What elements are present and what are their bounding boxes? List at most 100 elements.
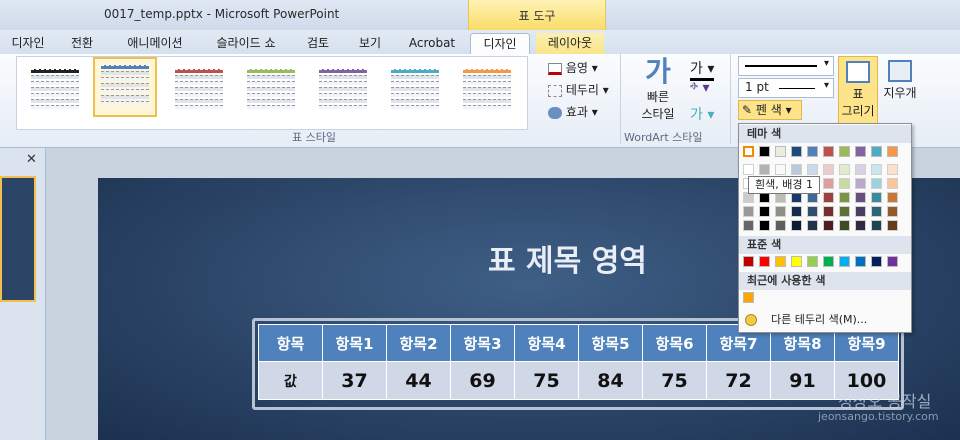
theme-shade-swatch[interactable] [855, 206, 866, 217]
data-table[interactable]: 항목 항목1 항목2 항목3 항목4 항목5 항목6 항목7 항목8 항목9 값… [258, 324, 899, 400]
standard-color-swatch[interactable] [839, 256, 850, 267]
theme-shade-swatch[interactable] [839, 192, 850, 203]
theme-shade-swatch[interactable] [775, 220, 786, 231]
value-cell[interactable]: 37 [322, 361, 387, 400]
theme-shade-swatch[interactable] [871, 164, 882, 175]
theme-shade-swatch[interactable] [839, 220, 850, 231]
header-cell[interactable]: 항목2 [386, 324, 451, 362]
theme-shade-swatch[interactable] [791, 164, 802, 175]
theme-shade-swatch[interactable] [855, 178, 866, 189]
header-cell[interactable]: 항목 [258, 324, 323, 362]
header-cell[interactable]: 항목1 [322, 324, 387, 362]
theme-shade-swatch[interactable] [759, 206, 770, 217]
theme-shade-swatch[interactable] [887, 178, 898, 189]
slide-thumbnail[interactable] [0, 176, 36, 302]
theme-color-swatch[interactable] [759, 146, 770, 157]
draw-table-button[interactable]: 표 그리기 [838, 56, 878, 124]
tab-view[interactable]: 보기 [350, 33, 390, 54]
theme-shade-swatch[interactable] [759, 164, 770, 175]
theme-color-swatch[interactable] [855, 146, 866, 157]
standard-color-swatch[interactable] [871, 256, 882, 267]
value-cell[interactable]: 91 [770, 361, 835, 400]
theme-shade-swatch[interactable] [855, 220, 866, 231]
theme-color-swatch[interactable] [823, 146, 834, 157]
theme-shade-swatch[interactable] [823, 164, 834, 175]
theme-shade-swatch[interactable] [823, 178, 834, 189]
recent-color-swatch[interactable] [743, 292, 754, 303]
table-style-6[interactable] [385, 63, 445, 111]
theme-shade-swatch[interactable] [807, 164, 818, 175]
color-white-selected[interactable] [743, 146, 754, 157]
theme-shade-swatch[interactable] [743, 220, 754, 231]
theme-shade-swatch[interactable] [871, 178, 882, 189]
standard-color-swatch[interactable] [823, 256, 834, 267]
theme-shade-swatch[interactable] [839, 206, 850, 217]
theme-color-swatch[interactable] [839, 146, 850, 157]
theme-shade-swatch[interactable] [775, 206, 786, 217]
table-style-5[interactable] [313, 63, 373, 111]
theme-shade-swatch[interactable] [743, 206, 754, 217]
effects-button[interactable]: 효과 ▾ [548, 102, 598, 122]
text-effects-icon[interactable]: 가 ▾ [690, 104, 714, 124]
value-cell[interactable]: 69 [450, 361, 515, 400]
tab-table-design[interactable]: 디자인 [470, 33, 530, 54]
more-border-colors-item[interactable]: 다른 테두리 색(M)... [739, 310, 911, 330]
standard-color-swatch[interactable] [855, 256, 866, 267]
table-style-7[interactable] [457, 63, 517, 111]
standard-color-swatch[interactable] [807, 256, 818, 267]
header-cell[interactable]: 항목4 [514, 324, 579, 362]
theme-shade-swatch[interactable] [823, 192, 834, 203]
theme-shade-swatch[interactable] [887, 164, 898, 175]
standard-color-swatch[interactable] [887, 256, 898, 267]
text-fill-icon[interactable]: 가 ▾ [690, 58, 715, 81]
tab-review[interactable]: 검토 [298, 33, 338, 54]
pen-style-select[interactable]: ▾ [738, 56, 834, 76]
theme-shade-swatch[interactable] [871, 192, 882, 203]
slide-title[interactable]: 표 제목 영역 [488, 236, 647, 280]
standard-color-swatch[interactable] [775, 256, 786, 267]
theme-shade-swatch[interactable] [855, 192, 866, 203]
theme-shade-swatch[interactable] [791, 206, 802, 217]
theme-shade-swatch[interactable] [887, 220, 898, 231]
pen-color-button[interactable]: ✎ 펜 색 ▾ [738, 100, 802, 120]
tab-table-layout[interactable]: 레이아웃 [536, 33, 604, 54]
theme-color-swatch[interactable] [775, 146, 786, 157]
theme-shade-swatch[interactable] [791, 220, 802, 231]
table-style-4[interactable] [241, 63, 301, 111]
theme-shade-swatch[interactable] [855, 164, 866, 175]
header-cell[interactable]: 항목5 [578, 324, 643, 362]
value-cell[interactable]: 값 [258, 361, 323, 400]
standard-color-swatch[interactable] [759, 256, 770, 267]
value-cell[interactable]: 84 [578, 361, 643, 400]
table-style-2[interactable] [93, 57, 157, 117]
theme-shade-swatch[interactable] [807, 206, 818, 217]
tab-transitions[interactable]: 전환 [62, 33, 102, 54]
tab-acrobat[interactable]: Acrobat [402, 33, 462, 54]
theme-shade-swatch[interactable] [839, 164, 850, 175]
tab-animations[interactable]: 애니메이션 [118, 33, 192, 54]
theme-shade-swatch[interactable] [887, 192, 898, 203]
text-outline-icon[interactable]: ⱚ ▾ [690, 80, 709, 96]
eraser-button[interactable]: 지우개 [880, 56, 920, 116]
theme-shade-swatch[interactable] [871, 220, 882, 231]
theme-color-swatch[interactable] [871, 146, 882, 157]
standard-color-swatch[interactable] [791, 256, 802, 267]
theme-shade-swatch[interactable] [775, 164, 786, 175]
theme-shade-swatch[interactable] [823, 206, 834, 217]
theme-shade-swatch[interactable] [823, 220, 834, 231]
borders-button[interactable]: 테두리 ▾ [548, 80, 609, 100]
theme-shade-swatch[interactable] [759, 220, 770, 231]
value-cell[interactable]: 75 [642, 361, 707, 400]
theme-shade-swatch[interactable] [807, 220, 818, 231]
standard-color-swatch[interactable] [743, 256, 754, 267]
value-cell[interactable]: 72 [706, 361, 771, 400]
value-cell[interactable]: 44 [386, 361, 451, 400]
table-style-1[interactable] [25, 63, 85, 111]
header-cell[interactable]: 항목3 [450, 324, 515, 362]
theme-color-swatch[interactable] [887, 146, 898, 157]
theme-shade-swatch[interactable] [887, 206, 898, 217]
header-cell[interactable]: 항목6 [642, 324, 707, 362]
theme-shade-swatch[interactable] [839, 178, 850, 189]
tab-design-main[interactable]: 디자인 [4, 33, 52, 54]
wordart-quick-styles-button[interactable]: 가 빠른 스타일 [636, 56, 680, 126]
